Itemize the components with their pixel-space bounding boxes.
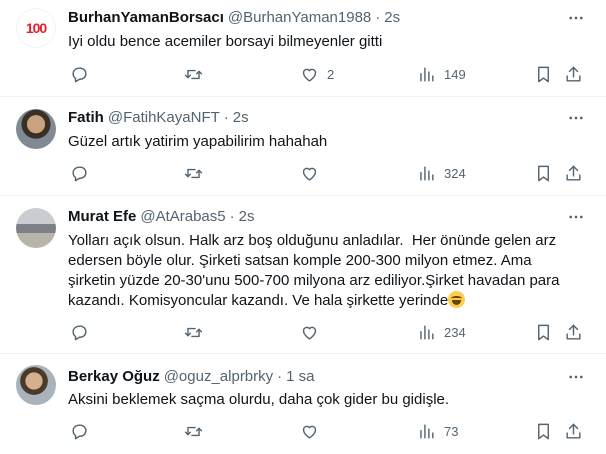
more-icon[interactable] <box>566 8 586 28</box>
share-button[interactable] <box>564 320 583 344</box>
views-count: 149 <box>444 66 466 82</box>
share-icon <box>566 66 581 82</box>
bookmark-icon <box>538 423 549 439</box>
views-count: 324 <box>444 165 466 181</box>
avatar-logo: 100 <box>25 20 47 36</box>
tweet-text-body: Yolları açık olsun. Halk arz boş olduğun… <box>68 232 564 309</box>
like-button[interactable] <box>300 419 327 443</box>
share-icon <box>566 324 581 340</box>
bookmark-icon <box>538 165 549 181</box>
action-bar: 2 149 <box>60 62 590 86</box>
reply-button[interactable] <box>70 320 97 344</box>
retweet-icon <box>184 168 203 178</box>
timestamp[interactable]: 2s <box>384 8 400 28</box>
tweet[interactable]: Fatih @FatihKayaNFT · 2s Güzel artık yat… <box>0 97 606 196</box>
reply-button[interactable] <box>70 62 97 86</box>
tweet-header: Fatih @FatihKayaNFT · 2s <box>68 108 249 128</box>
retweet-icon <box>184 69 203 79</box>
like-count: 2 <box>327 66 335 82</box>
more-icon[interactable] <box>566 108 586 128</box>
author-handle[interactable]: @oguz_alprbrky <box>164 367 273 387</box>
share-button[interactable] <box>564 419 583 443</box>
author-name[interactable]: Berkay Oğuz <box>68 367 160 387</box>
retweet-button[interactable] <box>184 419 211 443</box>
like-button[interactable] <box>300 320 327 344</box>
retweet-icon <box>184 426 203 436</box>
laughing-emoji-icon <box>448 291 466 308</box>
retweet-button[interactable] <box>184 62 211 86</box>
bookmark-button[interactable] <box>534 419 553 443</box>
bookmark-button[interactable] <box>534 161 553 185</box>
tweet-text: Yolları açık olsun. Halk arz boş olduğun… <box>68 231 578 311</box>
author-handle[interactable]: @FatihKayaNFT <box>108 108 220 128</box>
heart-icon <box>302 425 317 439</box>
action-bar: 324 <box>60 161 590 185</box>
action-bar: 73 <box>60 419 590 443</box>
bookmark-button[interactable] <box>534 62 553 86</box>
tweet-header: BurhanYamanBorsacı @BurhanYaman1988 · 2s <box>68 8 400 28</box>
author-name[interactable]: Murat Efe <box>68 207 136 227</box>
views-count: 73 <box>444 423 459 439</box>
separator-dot: · <box>277 368 283 385</box>
author-handle[interactable]: @AtArabas5 <box>140 207 225 227</box>
views-button[interactable]: 149 <box>417 62 466 86</box>
reply-button[interactable] <box>70 419 97 443</box>
like-button[interactable]: 2 <box>300 62 334 86</box>
timestamp[interactable]: 1 sa <box>286 367 314 387</box>
author-name[interactable]: BurhanYamanBorsacı <box>68 8 224 28</box>
action-bar: 234 <box>60 320 590 344</box>
views-icon <box>420 66 434 82</box>
retweet-button[interactable] <box>184 161 211 185</box>
reply-button[interactable] <box>70 161 97 185</box>
share-button[interactable] <box>564 161 583 185</box>
like-button[interactable] <box>300 161 327 185</box>
bookmark-icon <box>538 66 549 82</box>
reply-icon <box>72 66 87 82</box>
avatar[interactable] <box>16 208 56 248</box>
share-icon <box>566 423 581 439</box>
views-button[interactable]: 234 <box>417 320 466 344</box>
tweet-text: Aksini beklemek saçma olurdu, daha çok g… <box>68 391 450 408</box>
author-handle[interactable]: @BurhanYaman1988 <box>228 8 371 28</box>
timestamp[interactable]: 2s <box>239 207 255 227</box>
tweet-text: Iyi oldu bence acemiler borsayi bilmeyen… <box>68 33 383 50</box>
separator-dot: · <box>229 208 235 225</box>
heart-icon <box>302 167 317 181</box>
separator-dot: · <box>375 9 381 26</box>
bookmark-button[interactable] <box>534 320 553 344</box>
views-icon <box>420 165 434 181</box>
tweet-header: Murat Efe @AtArabas5 · 2s <box>68 207 254 227</box>
reply-icon <box>72 423 87 439</box>
tweet[interactable]: Murat Efe @AtArabas5 · 2s Yolları açık o… <box>0 196 606 354</box>
separator-dot: · <box>223 109 229 126</box>
retweet-button[interactable] <box>184 320 211 344</box>
views-button[interactable]: 73 <box>417 419 458 443</box>
avatar[interactable] <box>16 365 56 405</box>
more-icon[interactable] <box>566 207 586 227</box>
avatar[interactable] <box>16 109 56 149</box>
tweet-text: Güzel artık yatirim yapabilirim hahahah <box>68 133 328 150</box>
share-button[interactable] <box>564 62 583 86</box>
views-icon <box>420 324 434 340</box>
reply-icon <box>72 165 87 181</box>
share-icon <box>566 165 581 181</box>
heart-icon <box>302 68 317 82</box>
tweet[interactable]: Berkay Oğuz @oguz_alprbrky · 1 sa Aksini… <box>0 354 606 454</box>
tweet-header: Berkay Oğuz @oguz_alprbrky · 1 sa <box>68 367 315 387</box>
timestamp[interactable]: 2s <box>233 108 249 128</box>
reply-icon <box>72 324 87 340</box>
views-count: 234 <box>444 324 466 340</box>
author-name[interactable]: Fatih <box>68 108 104 128</box>
heart-icon <box>302 326 317 340</box>
retweet-icon <box>184 327 203 337</box>
tweet[interactable]: 100 BurhanYamanBorsacı @BurhanYaman1988 … <box>0 0 606 97</box>
more-icon[interactable] <box>566 367 586 387</box>
bookmark-icon <box>538 324 549 340</box>
views-icon <box>420 423 434 439</box>
views-button[interactable]: 324 <box>417 161 466 185</box>
avatar[interactable]: 100 <box>16 8 56 48</box>
